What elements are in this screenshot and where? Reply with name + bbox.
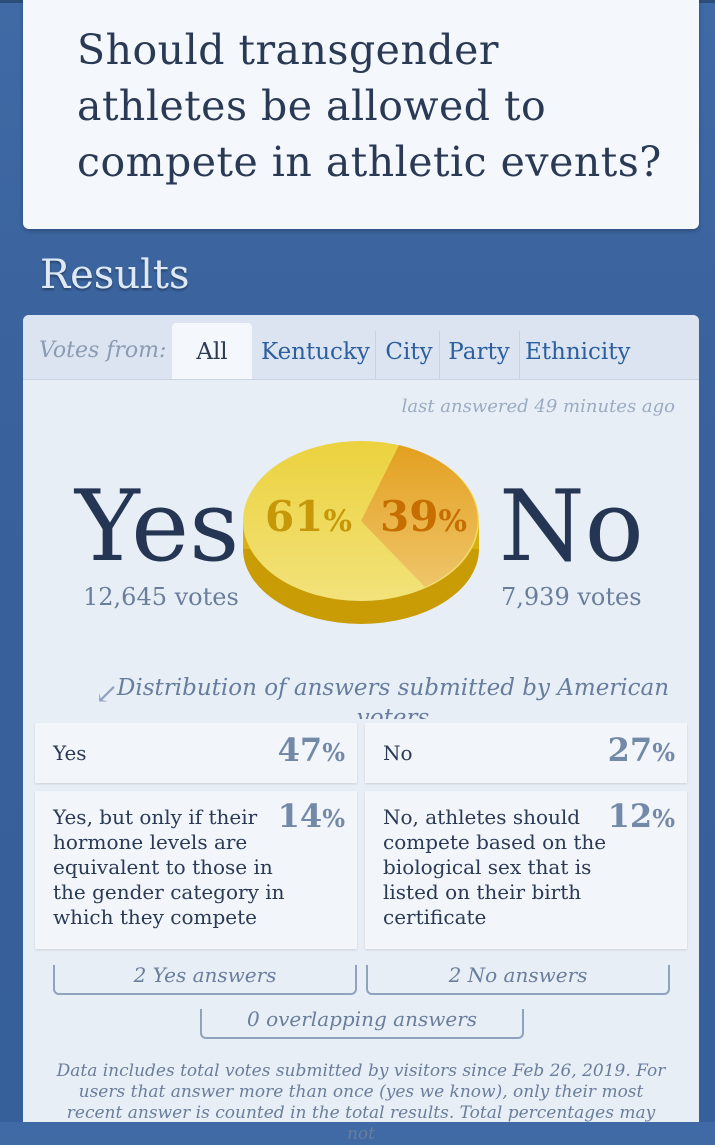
answer-text: No, athletes should compete based on the… [383,805,607,929]
tab-city[interactable]: City [381,323,437,379]
answer-yes: Yes 47% [35,723,357,783]
yes-answers-bracket: 2 Yes answers [53,965,357,995]
no-label: No [499,470,644,584]
answer-percent: 14% [277,797,345,835]
no-answers-bracket: 2 No answers [366,965,670,995]
pie-yes-percent: 61% [265,492,352,541]
answer-percent: 47% [277,731,345,769]
answer-no-biological: No, athletes should compete based on the… [365,791,687,949]
tab-kentucky[interactable]: Kentucky [261,323,370,379]
tab-all[interactable]: All [172,323,252,379]
votes-from-label: Votes from: [39,338,167,363]
answer-no: No 27% [365,723,687,783]
results-heading: Results [40,252,190,298]
answer-text: Yes [53,741,87,765]
last-answered: last answered 49 minutes ago [401,396,675,417]
results-card: Votes from: All Kentucky City Party Ethn… [23,315,699,1144]
answer-percent: 12% [607,797,675,835]
no-vote-count: 7,939 votes [501,583,642,611]
answer-percent: 27% [607,731,675,769]
answer-text: Yes, but only if their hormone levels ar… [53,805,285,929]
tab-divider [375,331,376,379]
answer-text: No [383,741,413,765]
votes-from-tabs: Votes from: All Kentucky City Party Ethn… [23,315,699,380]
question-card: Should transgender athletes be allowed t… [23,0,699,229]
tab-divider [519,331,520,379]
question-title: Should transgender athletes be allowed t… [77,26,662,186]
tab-divider [439,331,440,379]
pie-no-percent: 39% [380,492,467,541]
answer-yes-hormone: Yes, but only if their hormone levels ar… [35,791,357,949]
distribution-caption: Distribution of answers submitted by Ame… [116,675,670,719]
data-footnote: Data includes total votes submitted by v… [56,1061,666,1144]
yes-label: Yes [75,470,240,584]
yes-vote-count: 12,645 votes [83,583,239,611]
tab-party[interactable]: Party [445,323,513,379]
tab-ethnicity[interactable]: Ethnicity [525,323,631,379]
overlap-bracket: 0 overlapping answers [200,1009,524,1039]
